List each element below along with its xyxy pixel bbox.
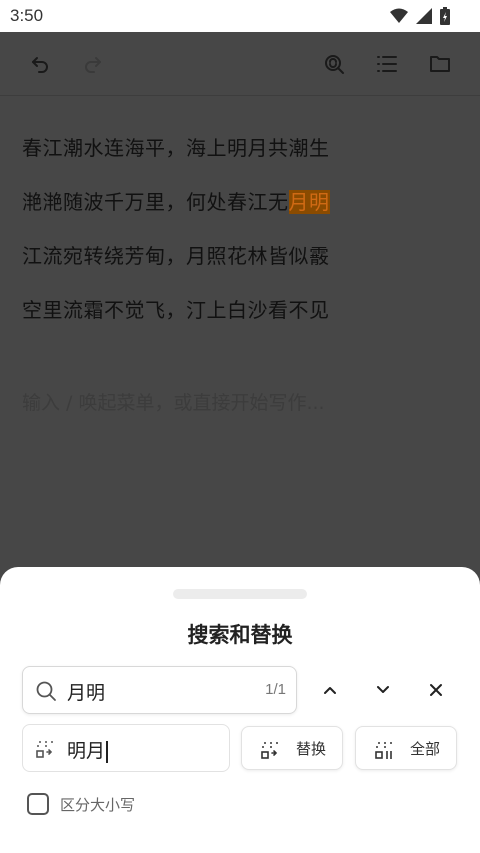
list-icon bbox=[377, 56, 397, 72]
chevron-down-icon bbox=[377, 686, 389, 693]
match-counter: 1/1 bbox=[265, 681, 286, 698]
replace-button[interactable]: 替换 bbox=[241, 726, 343, 770]
sheet-drag-handle[interactable] bbox=[173, 589, 307, 599]
search-match-highlight: 月明 bbox=[288, 190, 330, 214]
chevron-up-icon bbox=[324, 687, 336, 694]
search-input-value: 月明 bbox=[67, 682, 106, 704]
folder-button[interactable] bbox=[428, 52, 452, 76]
search-replace-button[interactable] bbox=[322, 52, 346, 76]
replace-input[interactable]: 明月 bbox=[22, 724, 230, 772]
replace-input-value: 明月 bbox=[67, 736, 109, 763]
text-line: 春江潮水连海平，海上明月共潮生 bbox=[22, 136, 330, 160]
outline-button[interactable] bbox=[375, 52, 399, 76]
sheet-title: 搜索和替换 bbox=[187, 623, 293, 647]
text-cursor bbox=[106, 740, 109, 763]
close-icon bbox=[430, 684, 442, 696]
next-match-button[interactable] bbox=[370, 677, 396, 703]
redo-button[interactable] bbox=[81, 52, 105, 76]
folder-icon bbox=[430, 56, 450, 72]
undo-icon bbox=[32, 57, 48, 73]
search-input[interactable]: 月明 1/1 bbox=[22, 666, 297, 714]
text-line: 空里流霜不觉飞，汀上白沙看不见 bbox=[22, 298, 330, 322]
previous-match-button[interactable] bbox=[317, 677, 343, 703]
status-time: 3:50 bbox=[10, 6, 44, 25]
status-bar: 3:50 bbox=[0, 0, 480, 32]
cellular-signal-icon bbox=[416, 8, 432, 24]
redo-icon bbox=[85, 57, 101, 73]
editor-placeholder: 输入 / 唤起菜单，或直接开始写作... bbox=[22, 392, 325, 414]
close-search-button[interactable] bbox=[423, 677, 449, 703]
replace-all-button[interactable]: 全部 bbox=[355, 726, 457, 770]
case-sensitive-checkbox[interactable] bbox=[27, 793, 49, 815]
editor-content: 春江潮水连海平，海上明月共潮生 滟滟随波千万里，何处春江无月明 江流宛转绕芳甸，… bbox=[0, 96, 480, 576]
replace-all-icon bbox=[375, 742, 392, 759]
search-replace-icon bbox=[325, 55, 344, 74]
battery-charging-icon bbox=[440, 7, 450, 25]
editor-toolbar bbox=[0, 32, 480, 96]
search-icon bbox=[36, 681, 56, 701]
status-icons bbox=[390, 7, 450, 25]
replace-icon bbox=[261, 742, 278, 759]
replace-button-label: 替换 bbox=[296, 740, 327, 758]
search-replace-sheet: 搜索和替换 月明 1/1 明月 替换 全部 区分大小写 bbox=[0, 567, 480, 853]
wifi-icon bbox=[390, 8, 408, 23]
undo-button[interactable] bbox=[28, 52, 52, 76]
text-line: 滟滟随波千万里，何处春江无月明 bbox=[22, 190, 330, 214]
case-sensitive-label[interactable]: 区分大小写 bbox=[60, 794, 135, 815]
replace-all-button-label: 全部 bbox=[410, 740, 441, 758]
text-line: 江流宛转绕芳甸，月照花林皆似霰 bbox=[22, 244, 330, 268]
replace-icon bbox=[36, 741, 53, 758]
